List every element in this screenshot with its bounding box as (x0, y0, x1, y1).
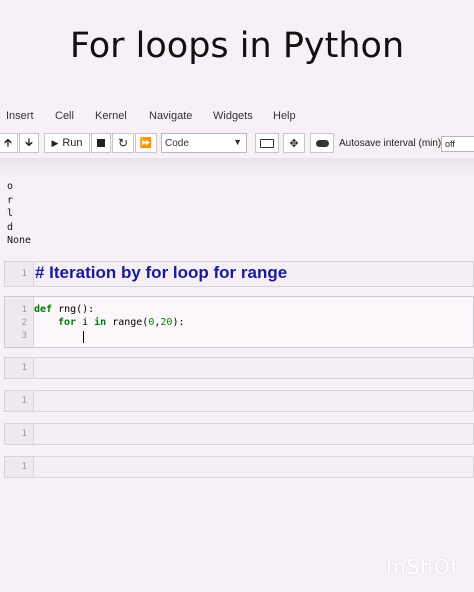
chevron-down-icon: ▼ (233, 137, 242, 147)
move-icon: ✥ (289, 137, 299, 150)
text-cursor (83, 331, 84, 343)
output-line: None (7, 235, 32, 246)
menu-kernel[interactable]: Kernel (95, 110, 127, 122)
menu-navigate[interactable]: Navigate (149, 110, 192, 122)
line-number: 1 (21, 363, 27, 373)
output-line: d (7, 221, 14, 233)
play-icon: ▶ (51, 137, 59, 148)
cell-output: o r l d None (7, 180, 31, 248)
empty-code-cell[interactable]: 1 (4, 357, 474, 379)
keyword: for (58, 317, 77, 328)
cell-type-select[interactable]: Code ▼ (161, 133, 247, 153)
empty-code-cell[interactable]: 1 (4, 390, 474, 412)
move-down-button[interactable]: 🡳 (19, 133, 39, 153)
line-number: 1 (21, 429, 27, 439)
command-palette-button[interactable] (255, 133, 279, 153)
stop-icon (97, 139, 105, 147)
empty-code-cell[interactable]: 1 (4, 456, 474, 478)
empty-code-cell[interactable]: 1 (4, 423, 474, 445)
line-number: 1 (21, 305, 27, 315)
code-text: i (76, 317, 95, 328)
arrow-up-icon: 🡱 (4, 136, 12, 149)
toolbar: 🡱 🡳 ▶ Run ↻ ⏩ Code ▼ ✥ Autosave interval… (0, 131, 474, 157)
keyword: in (94, 317, 107, 328)
code-line-1: def rng(): (34, 304, 94, 315)
move-cell-button[interactable]: ✥ (283, 133, 305, 153)
inshot-watermark: InShOt (386, 555, 460, 579)
keyboard-icon (260, 138, 274, 148)
menu-insert[interactable]: Insert (6, 110, 34, 122)
arrow-down-icon: 🡳 (25, 136, 33, 149)
line-number: 3 (21, 331, 27, 341)
restart-run-all-button[interactable]: ⏩ (135, 133, 157, 153)
code-text: range( (106, 317, 149, 328)
autosave-interval-input[interactable]: off (441, 136, 474, 152)
code-cell-active[interactable]: 1 2 3 def rng(): for i in range(0,20): (4, 296, 474, 348)
menu-widgets[interactable]: Widgets (213, 110, 253, 122)
run-label: Run (62, 137, 83, 149)
move-up-button[interactable]: 🡱 (0, 133, 18, 153)
fast-forward-icon: ⏩ (139, 137, 153, 149)
toolbar-shadow (0, 158, 474, 178)
output-line: l (7, 208, 14, 219)
code-line-2: for i in range(0,20): (58, 317, 184, 328)
markdown-cell[interactable]: 1 # Iteration by for loop for range (4, 261, 474, 287)
video-title: For loops in Python (69, 26, 405, 66)
line-number: 2 (21, 318, 27, 328)
toggle-icon (315, 139, 329, 147)
menu-cell[interactable]: Cell (55, 110, 74, 122)
line-number: 1 (21, 269, 27, 279)
cell-type-value: Code (165, 137, 189, 149)
markdown-heading: # Iteration by for loop for range (35, 263, 288, 282)
keyword: def (34, 304, 53, 315)
menu-help[interactable]: Help (273, 110, 296, 122)
restart-button[interactable]: ↻ (112, 133, 134, 153)
toggle-button[interactable] (310, 133, 334, 153)
output-line: r (7, 194, 14, 206)
output-line: o (7, 181, 14, 192)
number-literal: 20 (160, 317, 173, 328)
line-number: 1 (21, 396, 27, 406)
interrupt-button[interactable] (91, 133, 111, 153)
menu-bar: Insert Cell Kernel Navigate Widgets Help (0, 108, 474, 126)
restart-icon: ↻ (117, 136, 129, 150)
code-text: rng(): (52, 304, 95, 315)
run-button[interactable]: ▶ Run (44, 133, 90, 153)
code-text: ): (172, 317, 185, 328)
autosave-label: Autosave interval (min): (339, 138, 445, 149)
line-number: 1 (21, 462, 27, 472)
